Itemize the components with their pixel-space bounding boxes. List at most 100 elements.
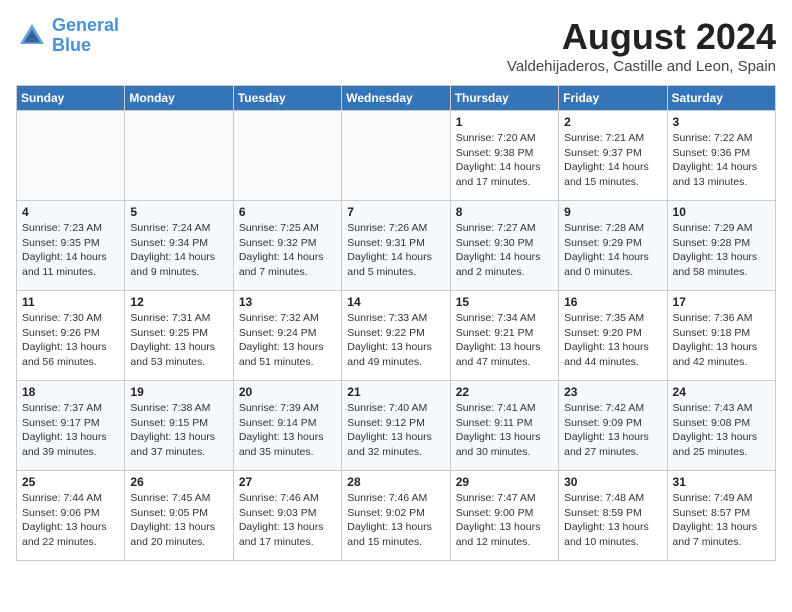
day-number: 8: [456, 205, 553, 219]
calendar-cell: 2 Sunrise: 7:21 AM Sunset: 9:37 PM Daylig…: [559, 111, 667, 201]
day-info: Sunrise: 7:35 AM Sunset: 9:20 PM Dayligh…: [564, 311, 661, 370]
day-info: Sunrise: 7:21 AM Sunset: 9:37 PM Dayligh…: [564, 131, 661, 190]
title-block: August 2024 Valdehijaderos, Castille and…: [507, 16, 776, 75]
calendar-cell: 27 Sunrise: 7:46 AM Sunset: 9:03 PM Dayli…: [233, 471, 341, 561]
day-number: 23: [564, 385, 661, 399]
month-year: August 2024: [507, 16, 776, 58]
day-number: 15: [456, 295, 553, 309]
day-info: Sunrise: 7:38 AM Sunset: 9:15 PM Dayligh…: [130, 401, 227, 460]
day-number: 24: [673, 385, 770, 399]
day-number: 19: [130, 385, 227, 399]
calendar-week-5: 25Sunrise: 7:44 AM Sunset: 9:06 PM Dayli…: [17, 471, 776, 561]
calendar-cell: 8 Sunrise: 7:27 AM Sunset: 9:30 PM Daylig…: [450, 201, 558, 291]
day-info: Sunrise: 7:36 AM Sunset: 9:18 PM Dayligh…: [673, 311, 770, 370]
day-number: 1: [456, 115, 553, 129]
calendar-cell: 28Sunrise: 7:46 AM Sunset: 9:02 PM Dayli…: [342, 471, 450, 561]
calendar-cell: 31 Sunrise: 7:49 AM Sunset: 8:57 PM Dayli…: [667, 471, 775, 561]
day-info: Sunrise: 7:31 AM Sunset: 9:25 PM Dayligh…: [130, 311, 227, 370]
day-number: 16: [564, 295, 661, 309]
calendar-cell: 19 Sunrise: 7:38 AM Sunset: 9:15 PM Dayli…: [125, 381, 233, 471]
calendar-cell: 21 Sunrise: 7:40 AM Sunset: 9:12 PM Dayli…: [342, 381, 450, 471]
day-number: 9: [564, 205, 661, 219]
day-number: 13: [239, 295, 336, 309]
day-number: 4: [22, 205, 119, 219]
calendar-cell: 4 Sunrise: 7:23 AM Sunset: 9:35 PM Daylig…: [17, 201, 125, 291]
calendar-cell: [125, 111, 233, 201]
day-number: 6: [239, 205, 336, 219]
weekday-header-thursday: Thursday: [450, 86, 558, 111]
day-info: Sunrise: 7:26 AM Sunset: 9:31 PM Dayligh…: [347, 221, 444, 280]
calendar-week-1: 1 Sunrise: 7:20 AM Sunset: 9:38 PM Daylig…: [17, 111, 776, 201]
day-info: Sunrise: 7:28 AM Sunset: 9:29 PM Dayligh…: [564, 221, 661, 280]
calendar-table: SundayMondayTuesdayWednesdayThursdayFrid…: [16, 85, 776, 561]
day-info: Sunrise: 7:45 AM Sunset: 9:05 PM Dayligh…: [130, 491, 227, 550]
day-info: Sunrise: 7:22 AM Sunset: 9:36 PM Dayligh…: [673, 131, 770, 190]
day-info: Sunrise: 7:42 AM Sunset: 9:09 PM Dayligh…: [564, 401, 661, 460]
day-number: 31: [673, 475, 770, 489]
calendar-cell: 29 Sunrise: 7:47 AM Sunset: 9:00 PM Dayli…: [450, 471, 558, 561]
day-number: 2: [564, 115, 661, 129]
calendar-cell: 23 Sunrise: 7:42 AM Sunset: 9:09 PM Dayli…: [559, 381, 667, 471]
day-number: 27: [239, 475, 336, 489]
calendar-cell: 5 Sunrise: 7:24 AM Sunset: 9:34 PM Daylig…: [125, 201, 233, 291]
weekday-header-row: SundayMondayTuesdayWednesdayThursdayFrid…: [17, 86, 776, 111]
weekday-header-sunday: Sunday: [17, 86, 125, 111]
calendar-week-3: 11 Sunrise: 7:30 AM Sunset: 9:26 PM Dayli…: [17, 291, 776, 381]
day-info: Sunrise: 7:43 AM Sunset: 9:08 PM Dayligh…: [673, 401, 770, 460]
weekday-header-saturday: Saturday: [667, 86, 775, 111]
calendar-cell: 16 Sunrise: 7:35 AM Sunset: 9:20 PM Dayli…: [559, 291, 667, 381]
day-info: Sunrise: 7:30 AM Sunset: 9:26 PM Dayligh…: [22, 311, 119, 370]
day-info: Sunrise: 7:20 AM Sunset: 9:38 PM Dayligh…: [456, 131, 553, 190]
day-number: 10: [673, 205, 770, 219]
day-number: 30: [564, 475, 661, 489]
weekday-header-monday: Monday: [125, 86, 233, 111]
day-number: 29: [456, 475, 553, 489]
day-number: 5: [130, 205, 227, 219]
logo-text: General Blue: [52, 16, 119, 56]
day-number: 26: [130, 475, 227, 489]
day-number: 7: [347, 205, 444, 219]
calendar-cell: 26 Sunrise: 7:45 AM Sunset: 9:05 PM Dayli…: [125, 471, 233, 561]
day-number: 11: [22, 295, 119, 309]
day-number: 17: [673, 295, 770, 309]
location: Valdehijaderos, Castille and Leon, Spain: [507, 58, 776, 75]
calendar-cell: [233, 111, 341, 201]
day-info: Sunrise: 7:23 AM Sunset: 9:35 PM Dayligh…: [22, 221, 119, 280]
weekday-header-tuesday: Tuesday: [233, 86, 341, 111]
calendar-cell: 18 Sunrise: 7:37 AM Sunset: 9:17 PM Dayli…: [17, 381, 125, 471]
calendar-cell: 9 Sunrise: 7:28 AM Sunset: 9:29 PM Daylig…: [559, 201, 667, 291]
calendar-cell: 1 Sunrise: 7:20 AM Sunset: 9:38 PM Daylig…: [450, 111, 558, 201]
calendar-week-2: 4 Sunrise: 7:23 AM Sunset: 9:35 PM Daylig…: [17, 201, 776, 291]
day-info: Sunrise: 7:40 AM Sunset: 9:12 PM Dayligh…: [347, 401, 444, 460]
weekday-header-wednesday: Wednesday: [342, 86, 450, 111]
calendar-cell: 24 Sunrise: 7:43 AM Sunset: 9:08 PM Dayli…: [667, 381, 775, 471]
day-info: Sunrise: 7:41 AM Sunset: 9:11 PM Dayligh…: [456, 401, 553, 460]
day-number: 3: [673, 115, 770, 129]
day-number: 22: [456, 385, 553, 399]
day-number: 14: [347, 295, 444, 309]
calendar-cell: 6Sunrise: 7:25 AM Sunset: 9:32 PM Daylig…: [233, 201, 341, 291]
day-info: Sunrise: 7:39 AM Sunset: 9:14 PM Dayligh…: [239, 401, 336, 460]
day-info: Sunrise: 7:46 AM Sunset: 9:02 PM Dayligh…: [347, 491, 444, 550]
day-info: Sunrise: 7:32 AM Sunset: 9:24 PM Dayligh…: [239, 311, 336, 370]
day-info: Sunrise: 7:37 AM Sunset: 9:17 PM Dayligh…: [22, 401, 119, 460]
day-number: 20: [239, 385, 336, 399]
day-number: 21: [347, 385, 444, 399]
day-info: Sunrise: 7:24 AM Sunset: 9:34 PM Dayligh…: [130, 221, 227, 280]
day-info: Sunrise: 7:27 AM Sunset: 9:30 PM Dayligh…: [456, 221, 553, 280]
weekday-header-friday: Friday: [559, 86, 667, 111]
day-info: Sunrise: 7:47 AM Sunset: 9:00 PM Dayligh…: [456, 491, 553, 550]
day-info: Sunrise: 7:49 AM Sunset: 8:57 PM Dayligh…: [673, 491, 770, 550]
logo-general: General: [52, 15, 119, 35]
calendar-cell: [17, 111, 125, 201]
day-info: Sunrise: 7:33 AM Sunset: 9:22 PM Dayligh…: [347, 311, 444, 370]
calendar-cell: 30 Sunrise: 7:48 AM Sunset: 8:59 PM Dayli…: [559, 471, 667, 561]
day-info: Sunrise: 7:44 AM Sunset: 9:06 PM Dayligh…: [22, 491, 119, 550]
calendar-cell: 25Sunrise: 7:44 AM Sunset: 9:06 PM Dayli…: [17, 471, 125, 561]
calendar-cell: 15Sunrise: 7:34 AM Sunset: 9:21 PM Dayli…: [450, 291, 558, 381]
page-header: General Blue August 2024 Valdehijaderos,…: [16, 16, 776, 75]
calendar-cell: 10Sunrise: 7:29 AM Sunset: 9:28 PM Dayli…: [667, 201, 775, 291]
day-info: Sunrise: 7:46 AM Sunset: 9:03 PM Dayligh…: [239, 491, 336, 550]
day-number: 18: [22, 385, 119, 399]
day-info: Sunrise: 7:48 AM Sunset: 8:59 PM Dayligh…: [564, 491, 661, 550]
